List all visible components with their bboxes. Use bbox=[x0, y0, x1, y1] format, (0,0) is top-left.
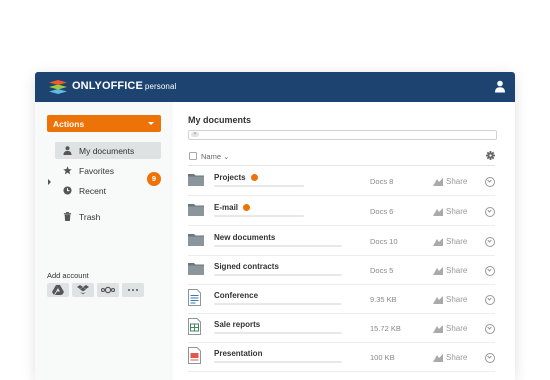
placeholder-bar bbox=[214, 245, 342, 247]
folder-icon bbox=[188, 263, 204, 275]
actions-button[interactable]: Actions bbox=[47, 115, 161, 132]
onlyoffice-logo-icon bbox=[49, 80, 67, 94]
trash-icon bbox=[63, 212, 72, 221]
sidebar: Actions My documents 9 Favorites Recent bbox=[35, 102, 173, 380]
file-title: Conference bbox=[214, 291, 259, 300]
brand-subtitle: personal bbox=[144, 82, 177, 91]
placeholder-bar bbox=[214, 303, 342, 305]
row-menu-icon[interactable] bbox=[485, 353, 495, 363]
file-row[interactable]: Projects Docs 8 Share bbox=[188, 166, 495, 196]
sidebar-item-label: Favorites bbox=[79, 166, 114, 176]
google-drive-button[interactable] bbox=[47, 283, 69, 297]
document-icon bbox=[188, 289, 201, 306]
chevron-down-icon: ⌄ bbox=[223, 152, 230, 161]
row-menu-icon[interactable] bbox=[485, 177, 495, 187]
more-icon bbox=[128, 289, 138, 291]
star-icon bbox=[63, 166, 72, 175]
main-content: My documents × Name ⌄ Projects Docs 8 Sh… bbox=[173, 102, 515, 380]
presentation-icon bbox=[188, 347, 201, 364]
file-title: E-mail bbox=[214, 203, 251, 212]
sidebar-item-trash[interactable]: Trash bbox=[55, 208, 161, 225]
file-meta: Docs 10 bbox=[370, 237, 398, 246]
share-icon bbox=[433, 296, 443, 304]
file-row[interactable]: Presentation 100 KB Share bbox=[188, 342, 495, 372]
actions-label: Actions bbox=[53, 119, 85, 129]
top-header: ONLYOFFICE personal bbox=[35, 72, 515, 102]
clock-icon bbox=[63, 186, 72, 195]
file-meta: 9.35 KB bbox=[370, 295, 397, 304]
google-drive-icon bbox=[52, 285, 64, 295]
new-indicator bbox=[243, 204, 251, 211]
row-menu-icon[interactable] bbox=[485, 207, 495, 217]
share-icon bbox=[433, 325, 443, 333]
sidebar-item-label: Recent bbox=[79, 186, 106, 196]
share-icon bbox=[433, 267, 443, 275]
sidebar-item-recent[interactable]: Recent bbox=[55, 182, 161, 199]
file-row[interactable]: Signed contracts Docs 5 Share bbox=[188, 255, 495, 285]
file-title: New documents bbox=[214, 233, 276, 242]
file-title: Projects bbox=[214, 173, 258, 182]
folder-icon bbox=[188, 204, 204, 216]
share-icon bbox=[433, 208, 443, 216]
dropbox-button[interactable] bbox=[72, 283, 94, 297]
folder-icon bbox=[188, 234, 204, 246]
file-title: Presentation bbox=[214, 349, 263, 358]
folder-icon bbox=[188, 174, 204, 186]
placeholder-bar bbox=[214, 332, 342, 334]
row-menu-icon[interactable] bbox=[485, 237, 495, 247]
brand-title: ONLYOFFICE personal bbox=[72, 80, 177, 92]
file-meta: 100 KB bbox=[370, 353, 395, 362]
app-window: ONLYOFFICE personal Actions My documents … bbox=[35, 72, 515, 380]
filter-pill[interactable]: × bbox=[191, 132, 199, 137]
file-row[interactable]: New documents Docs 10 Share bbox=[188, 226, 495, 256]
placeholder-bar bbox=[214, 215, 304, 217]
expand-arrow-icon[interactable] bbox=[48, 179, 51, 185]
sidebar-item-label: Trash bbox=[79, 212, 101, 222]
file-meta: Docs 5 bbox=[370, 266, 394, 275]
chevron-down-icon bbox=[148, 122, 154, 125]
file-meta: Docs 8 bbox=[370, 177, 394, 186]
sidebar-item-my-documents[interactable]: My documents bbox=[55, 142, 161, 159]
new-indicator bbox=[250, 174, 258, 181]
file-title: Sale reports bbox=[214, 320, 261, 329]
file-meta: 15.72 KB bbox=[370, 324, 401, 333]
file-row[interactable]: Conference 9.35 KB Share bbox=[188, 284, 495, 314]
file-row[interactable]: E-mail Docs 6 Share bbox=[188, 196, 495, 226]
sidebar-item-favorites[interactable]: Favorites bbox=[55, 162, 161, 179]
page-title: My documents bbox=[188, 115, 252, 125]
column-header: Name ⌄ bbox=[188, 150, 495, 162]
search-input[interactable]: × bbox=[188, 130, 497, 140]
add-account-label: Add account bbox=[47, 271, 89, 280]
person-icon bbox=[63, 146, 72, 155]
sort-by-name[interactable]: Name ⌄ bbox=[201, 152, 229, 161]
placeholder-bar bbox=[214, 274, 342, 276]
placeholder-bar bbox=[214, 361, 342, 363]
row-menu-icon[interactable] bbox=[485, 295, 495, 305]
nextcloud-icon bbox=[101, 286, 115, 294]
file-title: Signed contracts bbox=[214, 262, 279, 271]
share-icon bbox=[433, 238, 443, 246]
row-menu-icon[interactable] bbox=[485, 266, 495, 276]
row-menu-icon[interactable] bbox=[485, 324, 495, 334]
file-meta: Docs 6 bbox=[370, 207, 394, 216]
share-icon bbox=[433, 354, 443, 362]
gear-icon[interactable] bbox=[486, 151, 495, 160]
dropbox-icon bbox=[77, 285, 89, 295]
share-icon bbox=[433, 178, 443, 186]
placeholder-bar bbox=[214, 185, 304, 187]
user-icon[interactable] bbox=[494, 80, 506, 93]
select-all-checkbox[interactable] bbox=[189, 152, 197, 160]
sidebar-item-label: My documents bbox=[79, 146, 135, 156]
spreadsheet-icon bbox=[188, 318, 201, 335]
file-row[interactable]: Sale reports 15.72 KB Share bbox=[188, 313, 495, 343]
nextcloud-button[interactable] bbox=[97, 283, 119, 297]
more-accounts-button[interactable] bbox=[122, 283, 144, 297]
